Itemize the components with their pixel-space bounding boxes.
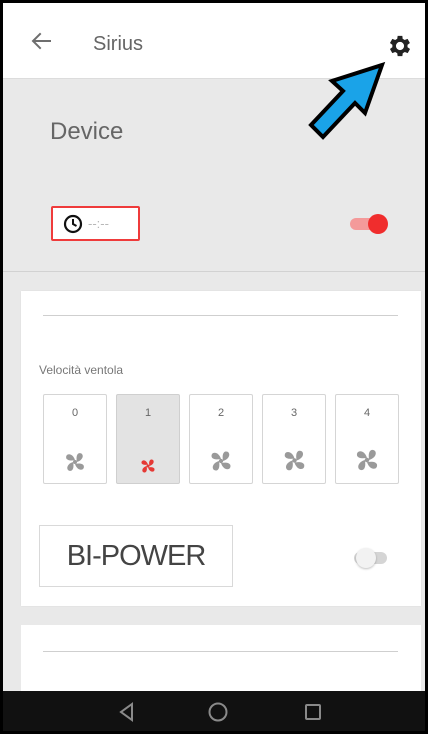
section-divider xyxy=(3,271,425,272)
bi-power-label: BI-POWER xyxy=(39,525,233,587)
fan-icon xyxy=(66,453,84,471)
fan-icon xyxy=(141,459,155,473)
system-navigation-bar xyxy=(3,691,425,731)
fan-speed-option-label: 4 xyxy=(363,407,371,419)
fan-icon xyxy=(190,445,252,477)
fan-icon xyxy=(336,443,398,477)
system-back-button[interactable] xyxy=(115,700,139,724)
card-divider xyxy=(43,651,398,652)
fan-speed-option-label: 3 xyxy=(290,407,298,419)
fan-icon xyxy=(211,451,231,471)
bi-power-toggle[interactable] xyxy=(352,547,392,569)
timer-value: --:-- xyxy=(88,216,109,231)
back-button[interactable] xyxy=(27,27,55,55)
timer-button[interactable]: --:-- xyxy=(51,206,140,241)
settings-button[interactable] xyxy=(386,32,414,60)
fan-speed-option[interactable]: 1 xyxy=(116,394,180,484)
fan-speed-option-label: 0 xyxy=(71,407,79,419)
device-power-toggle[interactable] xyxy=(348,213,388,235)
phone-frame: Sirius Device --:-- Velocità ventola 0 1 2… xyxy=(0,0,428,734)
triangle-back-icon xyxy=(119,702,133,722)
system-home-button[interactable] xyxy=(206,700,230,724)
fan-speed-label: Velocità ventola xyxy=(39,363,124,377)
fan-speed-option[interactable]: 3 xyxy=(262,394,326,484)
pointer-arrow-icon xyxy=(308,61,386,140)
fan-speed-option[interactable]: 0 xyxy=(43,394,107,484)
system-recents-button[interactable] xyxy=(301,700,325,724)
card-divider xyxy=(43,315,398,316)
arrow-left-icon xyxy=(31,32,51,50)
fan-icon xyxy=(263,444,325,477)
device-title: Device xyxy=(50,118,124,145)
fan-speed-option[interactable]: 4 xyxy=(335,394,399,484)
clock-icon xyxy=(63,214,83,233)
fan-icon xyxy=(284,450,304,471)
toggle-knob xyxy=(368,214,388,234)
fan-speed-option-label: 1 xyxy=(144,407,152,419)
circle-home-icon xyxy=(208,702,228,722)
fan-speed-option-label: 2 xyxy=(217,407,225,419)
fan-icon xyxy=(356,449,378,471)
square-recents-icon xyxy=(305,704,321,720)
fan-icon xyxy=(117,455,179,477)
gear-icon xyxy=(389,35,411,57)
secondary-card xyxy=(21,625,421,695)
fan-speed-option[interactable]: 2 xyxy=(189,394,253,484)
toggle-knob xyxy=(356,548,376,568)
page-title: Sirius xyxy=(93,33,144,55)
fan-icon xyxy=(44,447,106,477)
